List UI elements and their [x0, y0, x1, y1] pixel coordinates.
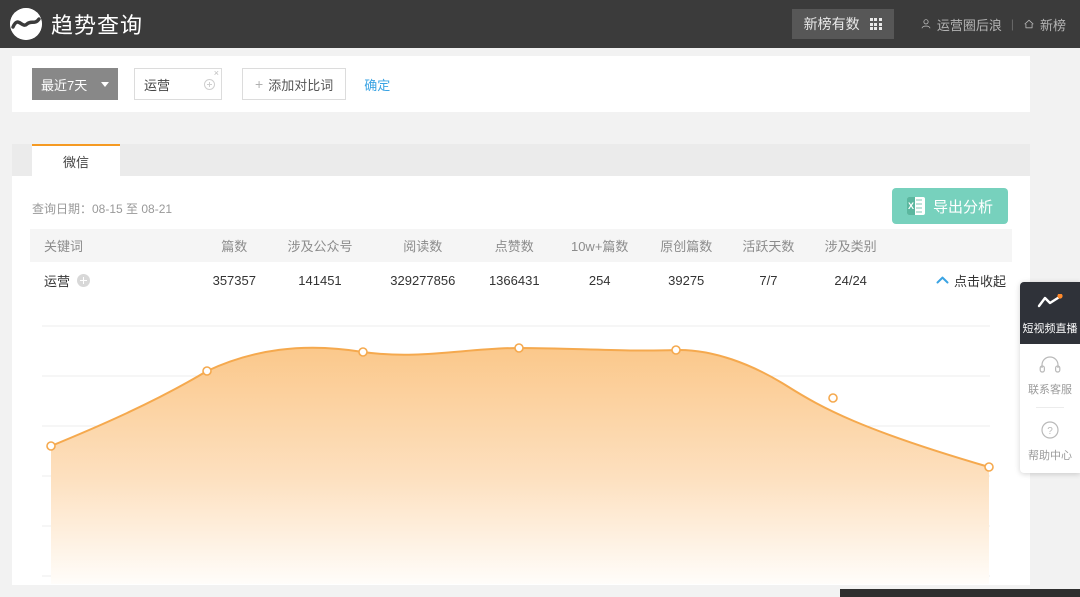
- trend-wave-logo-icon: [10, 8, 42, 40]
- date-range-select[interactable]: 最近7天: [32, 68, 118, 100]
- col-article-count: 篇数: [200, 229, 269, 262]
- confirm-button[interactable]: 确定: [364, 75, 390, 94]
- col-active-days: 活跃天数: [727, 229, 810, 262]
- export-button[interactable]: X 导出分析: [892, 188, 1008, 224]
- table-row: 运营 357357 141451 329277856 1366431 254 3…: [30, 262, 1012, 298]
- cell-collapse[interactable]: 点击收起: [892, 262, 1012, 298]
- cell-active-days: 7/7: [759, 272, 778, 288]
- plus-circle-icon[interactable]: [204, 78, 215, 90]
- chart-point-6[interactable]: [984, 462, 994, 472]
- trend-area-chart-svg: [42, 325, 994, 584]
- col-original: 原创篇数: [645, 229, 728, 262]
- add-compare-label: 添加对比词: [268, 77, 334, 93]
- cell-original: 39275: [668, 272, 705, 288]
- tab-strip: 微信: [12, 144, 1030, 176]
- chart-point-5[interactable]: [828, 393, 838, 403]
- chart-point-2[interactable]: [358, 347, 368, 357]
- home-link[interactable]: 新榜: [1023, 15, 1066, 34]
- user-icon: [921, 19, 931, 29]
- top-header-bar: 趋势查询 新榜有数 运营圈后浪 | 新榜: [0, 0, 1080, 48]
- chart-point-3[interactable]: [514, 343, 524, 353]
- logo-area[interactable]: 趋势查询: [0, 8, 143, 40]
- cell-keyword-text: 运营: [44, 273, 71, 289]
- cell-keyword: 运营: [30, 262, 200, 298]
- chart-area-fill: [51, 347, 989, 584]
- col-accounts: 涉及公众号: [268, 229, 372, 262]
- header-divider: |: [1010, 17, 1014, 31]
- plus-circle-icon[interactable]: [77, 273, 91, 287]
- question-circle-icon: ?: [1041, 421, 1059, 439]
- product-switch-label: 新榜有数: [803, 16, 860, 32]
- plus-icon: +: [255, 76, 264, 92]
- query-date-label: 查询日期：08-15 至 08-21: [32, 202, 173, 216]
- headset-icon: [1039, 356, 1061, 373]
- side-widget-support[interactable]: 联系客服: [1020, 344, 1080, 407]
- table-header-row: 关键词 篇数 涉及公众号 阅读数 点赞数 10w+篇数 原创篇数 活跃天数 涉及…: [30, 229, 1012, 262]
- keyword-input-value: 运营: [144, 77, 171, 93]
- user-name: 运营圈后浪: [936, 17, 1002, 33]
- floating-side-widget: 短视频直播 联系客服 ? 帮助中心: [1020, 282, 1080, 473]
- chart-point-1[interactable]: [202, 366, 212, 376]
- home-icon: [1024, 19, 1034, 29]
- col-categories: 涉及类别: [809, 229, 892, 262]
- cell-accounts: 141451: [298, 272, 342, 288]
- tab-wechat[interactable]: 微信: [32, 144, 120, 176]
- excel-icon: X: [906, 197, 925, 215]
- home-label: 新榜: [1039, 17, 1066, 33]
- header-right-group: 新榜有数 运营圈后浪 | 新榜: [791, 0, 1080, 48]
- collapse-label: 点击收起: [953, 273, 1006, 289]
- col-keyword: 关键词: [30, 229, 200, 262]
- cell-likes: 1366431: [488, 272, 540, 288]
- side-widget-promo[interactable]: 短视频直播: [1020, 282, 1080, 344]
- col-actions: [891, 229, 1012, 262]
- cell-article-count: 357357: [212, 272, 256, 288]
- col-10w-articles: 10w+篇数: [554, 229, 646, 262]
- trend-chart[interactable]: [12, 312, 1030, 585]
- chevron-up-icon: [936, 276, 949, 283]
- svg-text:?: ?: [1047, 426, 1053, 437]
- side-widget-support-label: 联系客服: [1028, 384, 1072, 396]
- side-widget-help[interactable]: ? 帮助中心: [1020, 408, 1080, 473]
- keyword-summary-table: 关键词 篇数 涉及公众号 阅读数 点赞数 10w+篇数 原创篇数 活跃天数 涉及…: [30, 229, 1012, 298]
- cell-categories: 24/24: [834, 272, 867, 288]
- date-range-value: 最近7天: [41, 77, 88, 93]
- trend-chart-icon: [1037, 293, 1063, 308]
- keyword-input[interactable]: 运营 ×: [134, 68, 222, 100]
- col-likes: 点赞数: [474, 229, 555, 262]
- cell-10w-articles: 254: [588, 272, 611, 288]
- filter-toolbar: 最近7天 运营 × + 添加对比词 确定: [12, 56, 1030, 112]
- chart-point-0[interactable]: [46, 441, 56, 451]
- chart-point-4[interactable]: [671, 345, 681, 355]
- side-widget-help-label: 帮助中心: [1028, 450, 1072, 462]
- cell-reads: 329277856: [390, 272, 456, 288]
- export-button-label: 导出分析: [932, 198, 993, 216]
- close-icon[interactable]: ×: [214, 68, 219, 78]
- side-widget-promo-label: 短视频直播: [1022, 323, 1078, 335]
- main-content-card: 微信 查询日期：08-15 至 08-21 X 导出分析 关键词 篇数 涉及公众…: [12, 144, 1030, 585]
- add-compare-button[interactable]: + 添加对比词: [242, 68, 347, 100]
- page-title: 趋势查询: [51, 13, 144, 38]
- horizontal-scrollbar[interactable]: [840, 589, 1080, 597]
- col-reads: 阅读数: [371, 229, 475, 262]
- chevron-down-icon: [101, 81, 109, 87]
- product-switch-button[interactable]: 新榜有数: [791, 9, 894, 39]
- tab-wechat-label: 微信: [62, 154, 89, 170]
- user-menu[interactable]: 运营圈后浪: [920, 15, 1002, 34]
- grid-icon: [869, 17, 882, 31]
